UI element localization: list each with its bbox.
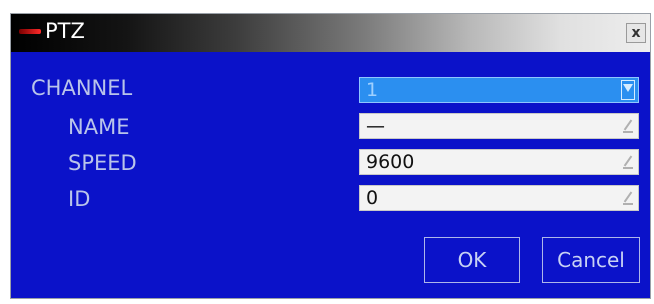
app-logo-icon <box>19 29 41 34</box>
name-label: NAME <box>68 115 130 139</box>
edit-icon <box>623 191 633 205</box>
id-value: 0 <box>366 187 379 209</box>
speed-field[interactable]: 9600 <box>359 149 639 175</box>
speed-label: SPEED <box>68 151 137 175</box>
ok-button[interactable]: OK <box>424 237 520 283</box>
channel-select[interactable]: 1 <box>359 77 639 103</box>
title-bar[interactable]: PTZ x <box>11 14 650 52</box>
edit-icon <box>623 155 633 169</box>
speed-value: 9600 <box>366 151 415 173</box>
chevron-down-icon[interactable] <box>621 80 635 100</box>
id-field[interactable]: 0 <box>359 185 639 211</box>
ptz-dialog: PTZ x CHANNEL 1 NAME — SPEED 9600 ID 0 O… <box>10 13 651 299</box>
channel-label: CHANNEL <box>31 76 133 100</box>
channel-value: 1 <box>366 79 379 101</box>
name-field[interactable]: — <box>359 113 639 139</box>
edit-icon <box>623 119 633 133</box>
window-title: PTZ <box>45 19 85 43</box>
id-label: ID <box>68 187 91 211</box>
name-value: — <box>366 115 385 137</box>
close-button[interactable]: x <box>626 23 646 43</box>
cancel-button[interactable]: Cancel <box>542 237 640 283</box>
close-icon: x <box>631 25 641 41</box>
